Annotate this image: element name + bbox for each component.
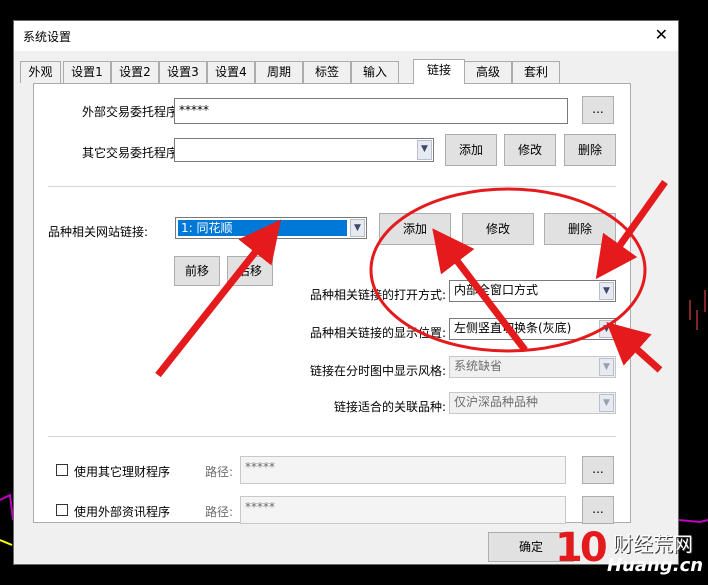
link-delete-button[interactable]: 删除 xyxy=(544,213,616,245)
assoc-product-select[interactable]: 仅沪深品种品种 ▼ xyxy=(449,392,616,414)
external-trade-input[interactable]: ***** xyxy=(174,98,568,124)
external-trade-label: 外部交易委托程序: xyxy=(82,105,183,119)
site-link-label: 品种相关网站链接: xyxy=(48,225,149,239)
assoc-product-value: 仅沪深品种品种 xyxy=(454,395,539,409)
use-info-checkbox[interactable] xyxy=(56,504,68,516)
watermark: 10 财经荒网 Huang.cn xyxy=(555,525,705,581)
info-path-input[interactable]: ***** xyxy=(240,496,566,524)
finance-path-label: 路径: xyxy=(205,465,234,479)
timechart-style-value: 系统缺省 xyxy=(454,359,503,373)
finance-browse-button[interactable]: ... xyxy=(582,456,614,484)
links-panel: 外部交易委托程序: ***** ... 其它交易委托程序: ▼ 添加 修改 删除… xyxy=(33,83,631,524)
settings-dialog: 系统设置 ✕ 外观 设置1 设置2 设置3 设置4 周期 标签 输入 链接 高级… xyxy=(13,20,679,565)
use-info-label: 使用外部资讯程序 xyxy=(74,505,171,519)
assoc-product-label: 链接适合的关联品种: xyxy=(334,400,447,414)
use-finance-checkbox[interactable] xyxy=(56,464,68,476)
move-back-button[interactable]: 后移 xyxy=(227,256,273,286)
open-mode-select[interactable]: 内部全窗口方式 ▼ xyxy=(449,280,616,302)
title-bar: 系统设置 ✕ xyxy=(14,21,678,51)
tab-input[interactable]: 输入 xyxy=(351,61,399,83)
finance-path-input[interactable]: ***** xyxy=(240,456,566,484)
site-link-selected: 1: 同花顺 xyxy=(178,220,347,236)
close-icon[interactable]: ✕ xyxy=(655,26,668,44)
watermark-logo: 10 xyxy=(555,525,608,571)
link-add-button[interactable]: 添加 xyxy=(379,213,451,245)
tab-period[interactable]: 周期 xyxy=(255,61,303,83)
external-trade-browse-button[interactable]: ... xyxy=(582,96,614,124)
divider xyxy=(48,436,616,437)
use-finance-label: 使用其它理财程序 xyxy=(74,465,171,479)
window-title: 系统设置 xyxy=(23,30,72,44)
tab-settings2[interactable]: 设置2 xyxy=(111,61,159,83)
chevron-down-icon: ▼ xyxy=(599,320,614,338)
chevron-down-icon: ▼ xyxy=(599,358,614,376)
tab-appearance[interactable]: 外观 xyxy=(20,61,61,83)
tab-settings4[interactable]: 设置4 xyxy=(207,61,255,83)
trade-delete-button[interactable]: 删除 xyxy=(564,134,616,166)
timechart-style-select[interactable]: 系统缺省 ▼ xyxy=(449,356,616,378)
info-browse-button[interactable]: ... xyxy=(582,496,614,524)
chevron-down-icon: ▼ xyxy=(599,394,614,412)
chevron-down-icon: ▼ xyxy=(417,140,432,160)
chevron-down-icon: ▼ xyxy=(350,219,365,237)
tab-bar: 外观 设置1 设置2 设置3 设置4 周期 标签 输入 链接 高级 套利 xyxy=(20,59,668,84)
display-position-select[interactable]: 左侧竖直切换条(灰底) ▼ xyxy=(449,318,616,340)
link-edit-button[interactable]: 修改 xyxy=(462,213,534,245)
tab-settings3[interactable]: 设置3 xyxy=(159,61,207,83)
info-path-label: 路径: xyxy=(205,505,234,519)
tab-links[interactable]: 链接 xyxy=(413,59,465,84)
open-mode-label: 品种相关链接的打开方式: xyxy=(310,288,447,302)
tab-advanced[interactable]: 高级 xyxy=(464,61,512,83)
display-position-value: 左侧竖直切换条(灰底) xyxy=(454,321,572,335)
display-position-label: 品种相关链接的显示位置: xyxy=(310,326,447,340)
timechart-style-label: 链接在分时图中显示风格: xyxy=(310,364,447,378)
divider xyxy=(48,186,616,187)
watermark-url: Huang.cn xyxy=(607,555,704,576)
site-link-select[interactable]: 1: 同花顺 ▼ xyxy=(175,217,367,239)
watermark-text: 财经荒网 xyxy=(613,532,693,556)
trade-add-button[interactable]: 添加 xyxy=(445,134,497,166)
other-trade-select[interactable]: ▼ xyxy=(174,138,434,162)
chevron-down-icon: ▼ xyxy=(599,282,614,300)
move-forward-button[interactable]: 前移 xyxy=(174,256,220,286)
tab-labels[interactable]: 标签 xyxy=(303,61,351,83)
tab-settings1[interactable]: 设置1 xyxy=(63,61,111,83)
trade-edit-button[interactable]: 修改 xyxy=(504,134,556,166)
tab-arbitrage[interactable]: 套利 xyxy=(512,61,560,83)
other-trade-label: 其它交易委托程序: xyxy=(82,146,183,160)
open-mode-value: 内部全窗口方式 xyxy=(454,283,539,297)
